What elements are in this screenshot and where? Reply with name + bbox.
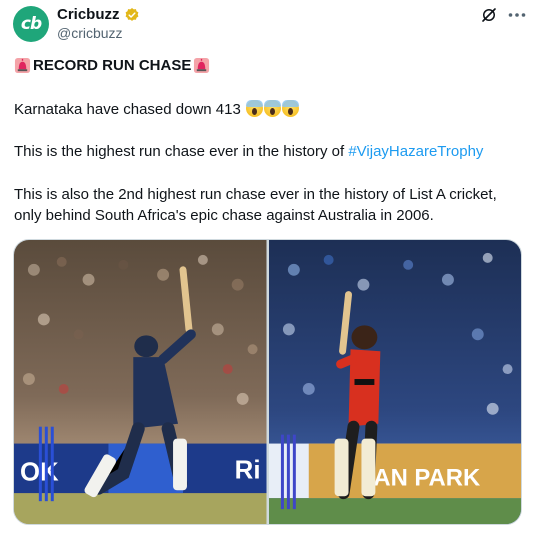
face-screaming-in-fear-emoji-icon	[264, 100, 282, 117]
media-photo-left[interactable]: OK Ri	[14, 240, 267, 524]
author-handle[interactable]: @cricbuzz	[57, 25, 123, 41]
tweet-text-line-2: This is the highest run chase ever in th…	[14, 141, 483, 162]
tweet-headline: RECORD RUN CHASE	[14, 55, 210, 76]
more-options-icon[interactable]	[506, 4, 528, 26]
right-board-text: AN PARK	[373, 464, 480, 491]
face-screaming-in-fear-emoji-icon	[246, 100, 264, 117]
tweet[interactable]: cb Cricbuzz @cricbuzz RECORD RUN CHASE K…	[0, 0, 542, 536]
tweet-text-line-4: only behind South Africa's epic chase ag…	[14, 207, 434, 224]
media-photo-right[interactable]: AN PARK	[268, 240, 521, 524]
face-screaming-in-fear-emoji-icon	[282, 100, 300, 117]
police-siren-emoji-icon	[14, 57, 31, 74]
tweet-line-2-text: This is the highest run chase ever in th…	[14, 143, 349, 160]
hashtag-link[interactable]: #VijayHazareTrophy	[348, 143, 483, 160]
media-grid: OK Ri	[13, 239, 522, 525]
avatar[interactable]: cb	[13, 6, 49, 42]
author-name-row[interactable]: Cricbuzz	[57, 6, 140, 23]
tweet-text-line-3: This is also the 2nd highest run chase e…	[14, 186, 497, 203]
display-name[interactable]: Cricbuzz	[57, 6, 120, 23]
grok-icon[interactable]	[480, 6, 498, 24]
police-siren-emoji-icon	[194, 57, 210, 74]
left-board-text: Ri	[235, 456, 261, 484]
tweet-line-1-text: Karnataka have chased down 413	[14, 101, 241, 118]
tweet-text-line-1: Karnataka have chased down 413	[14, 99, 300, 120]
headline-text: RECORD RUN CHASE	[33, 57, 192, 74]
avatar-logo-text: cb	[20, 14, 42, 34]
verified-badge-icon	[125, 7, 138, 21]
